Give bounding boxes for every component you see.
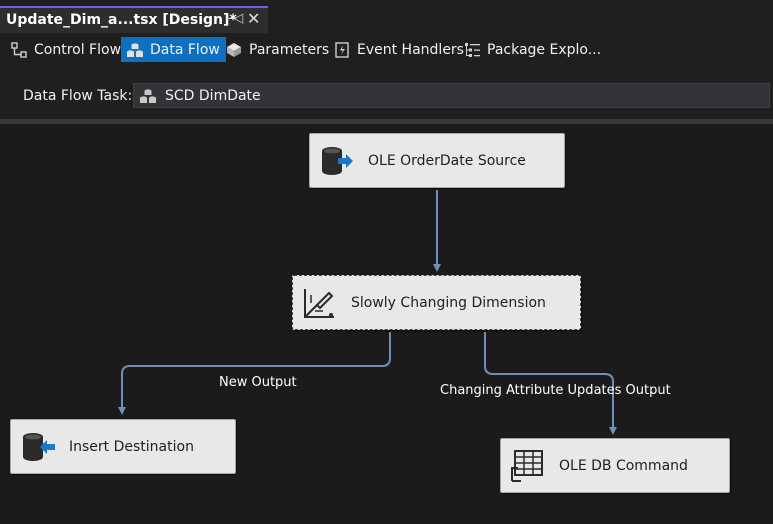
ole-source-icon bbox=[322, 146, 353, 175]
ole-db-command-icon bbox=[511, 449, 543, 482]
new-output-label: New Output bbox=[219, 375, 297, 390]
insert-destination-label: Insert Destination bbox=[69, 438, 194, 455]
ole-destination-icon bbox=[23, 432, 55, 461]
ole-db-command[interactable]: OLE DB Command bbox=[500, 438, 730, 493]
ole-orderdate-source[interactable]: OLE OrderDate Source bbox=[309, 133, 565, 188]
slowly-changing-dimension[interactable]: Slowly Changing Dimension bbox=[292, 275, 581, 330]
insert-destination[interactable]: Insert Destination bbox=[10, 419, 236, 474]
scd-icon bbox=[304, 288, 334, 318]
changing-output-label: Changing Attribute Updates Output bbox=[440, 383, 671, 398]
path-changing-output[interactable] bbox=[484, 332, 617, 435]
path-new-output[interactable] bbox=[118, 332, 391, 415]
ole-db-command-label: OLE DB Command bbox=[559, 457, 688, 474]
scd-label: Slowly Changing Dimension bbox=[351, 294, 546, 311]
ole-source-label: OLE OrderDate Source bbox=[368, 152, 526, 169]
